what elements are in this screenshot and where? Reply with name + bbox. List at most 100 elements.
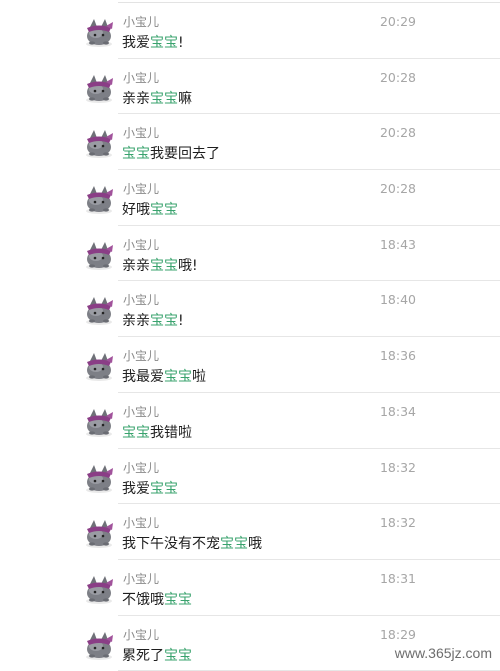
message-text: 我最爱宝宝啦 xyxy=(122,368,206,386)
message-fragment: 我要回去了 xyxy=(150,146,220,163)
keyword-highlight: 宝宝 xyxy=(150,480,178,497)
message-row[interactable]: 小宝儿 18:31 不饿哦宝宝 xyxy=(0,560,500,616)
message-time: 20:28 xyxy=(379,69,416,85)
message-row[interactable]: 小宝儿 20:28 好哦宝宝 xyxy=(0,170,500,226)
gray-cat-with-purple-bow-icon xyxy=(82,238,116,272)
avatar[interactable] xyxy=(82,71,116,105)
avatar[interactable] xyxy=(82,238,116,272)
keyword-highlight: 宝宝 xyxy=(150,202,178,219)
gray-cat-with-purple-bow-icon xyxy=(82,15,116,49)
avatar[interactable] xyxy=(82,15,116,49)
message-time: 18:34 xyxy=(379,403,416,419)
sender-name: 小宝儿 xyxy=(123,237,160,252)
avatar[interactable] xyxy=(82,572,116,606)
gray-cat-with-purple-bow-icon xyxy=(82,349,116,383)
message-fragment: 累死了 xyxy=(122,647,164,664)
sender-name: 小宝儿 xyxy=(123,70,160,85)
message-fragment: 我下午没有不宠 xyxy=(122,536,220,553)
gray-cat-with-purple-bow-icon xyxy=(82,628,116,662)
sender-name: 小宝儿 xyxy=(123,15,160,29)
avatar[interactable] xyxy=(82,516,116,550)
message-time: 20:28 xyxy=(379,181,416,197)
sender-name: 小宝儿 xyxy=(123,627,160,642)
keyword-highlight: 宝宝 xyxy=(164,591,192,608)
message-row[interactable]: 小宝儿 20:28 宝宝我要回去了 xyxy=(0,114,500,171)
message-row[interactable]: 小宝儿 18:34 宝宝我错啦 xyxy=(0,393,500,449)
message-fragment: 我爱 xyxy=(122,35,150,51)
message-row[interactable]: 小宝儿 18:29 累死了宝宝 xyxy=(0,616,500,671)
keyword-highlight: 宝宝 xyxy=(164,369,192,386)
message-time: 18:31 xyxy=(379,570,416,586)
message-fragment: 哦! xyxy=(178,257,198,274)
message-time: 18:36 xyxy=(379,348,416,364)
message-fragment: ! xyxy=(178,313,184,330)
message-row[interactable]: 小宝儿 18:32 我下午没有不宠宝宝哦 xyxy=(0,504,500,560)
keyword-highlight: 宝宝 xyxy=(150,35,178,51)
message-fragment: 我最爱 xyxy=(122,369,164,386)
message-text: 累死了宝宝 xyxy=(122,647,192,665)
message-time: 18:32 xyxy=(379,459,416,475)
message-text: 我爱宝宝 xyxy=(122,480,178,498)
message-text: 不饿哦宝宝 xyxy=(122,591,192,609)
message-fragment: 不饿哦 xyxy=(122,591,164,608)
sender-name: 小宝儿 xyxy=(123,516,160,531)
message-text: 亲亲宝宝哦! xyxy=(122,257,198,275)
message-time: 18:29 xyxy=(379,626,416,642)
message-fragment: 好哦 xyxy=(122,202,150,219)
message-row[interactable]: 小宝儿 18:43 亲亲宝宝哦! xyxy=(0,226,500,282)
avatar[interactable] xyxy=(82,349,116,383)
sender-name: 小宝儿 xyxy=(123,349,160,364)
message-text: 好哦宝宝 xyxy=(122,201,178,219)
message-time: 20:29 xyxy=(379,14,416,29)
message-row[interactable]: 小宝儿 18:32 我爱宝宝 xyxy=(0,449,500,505)
message-text: 宝宝我要回去了 xyxy=(122,145,220,163)
avatar[interactable] xyxy=(82,293,116,327)
keyword-highlight: 宝宝 xyxy=(150,313,178,330)
message-row[interactable]: 小宝儿 20:29 我爱宝宝! xyxy=(0,3,500,59)
gray-cat-with-purple-bow-icon xyxy=(82,293,116,327)
message-text: 我下午没有不宠宝宝哦 xyxy=(122,535,262,553)
keyword-highlight: 宝宝 xyxy=(122,146,150,163)
gray-cat-with-purple-bow-icon xyxy=(82,516,116,550)
message-list: 小宝儿 20:29 我爱宝宝! 小宝儿 20:28 亲亲宝宝嘛 小宝儿 20:28 宝宝我要… xyxy=(0,3,500,671)
avatar[interactable] xyxy=(82,461,116,495)
avatar[interactable] xyxy=(82,628,116,662)
sender-name: 小宝儿 xyxy=(123,404,160,419)
keyword-highlight: 宝宝 xyxy=(122,424,150,441)
gray-cat-with-purple-bow-icon xyxy=(82,461,116,495)
gray-cat-with-purple-bow-icon xyxy=(82,405,116,439)
message-time: 18:32 xyxy=(379,515,416,531)
message-text: 亲亲宝宝嘛 xyxy=(122,90,192,108)
message-fragment: ! xyxy=(178,35,184,51)
message-fragment: 亲亲 xyxy=(122,313,150,330)
message-row[interactable]: 小宝儿 18:40 亲亲宝宝! xyxy=(0,281,500,338)
sender-name: 小宝儿 xyxy=(123,571,160,586)
keyword-highlight: 宝宝 xyxy=(164,647,192,664)
sender-name: 小宝儿 xyxy=(123,126,160,141)
message-row[interactable]: 小宝儿 18:36 我最爱宝宝啦 xyxy=(0,337,500,393)
message-text: 宝宝我错啦 xyxy=(122,424,192,442)
sender-name: 小宝儿 xyxy=(123,293,160,308)
keyword-highlight: 宝宝 xyxy=(220,536,248,553)
message-fragment: 亲亲 xyxy=(122,90,150,107)
message-fragment: 嘛 xyxy=(178,90,192,107)
message-time: 18:40 xyxy=(379,292,416,308)
sender-name: 小宝儿 xyxy=(123,182,160,197)
site-watermark: www.365jz.com xyxy=(394,645,492,661)
avatar[interactable] xyxy=(82,182,116,216)
message-time: 20:28 xyxy=(379,125,416,141)
gray-cat-with-purple-bow-icon xyxy=(82,182,116,216)
message-fragment: 哦 xyxy=(248,536,262,553)
message-text: 我爱宝宝! xyxy=(122,34,184,52)
avatar[interactable] xyxy=(82,405,116,439)
keyword-highlight: 宝宝 xyxy=(150,257,178,274)
sender-name: 小宝儿 xyxy=(123,460,160,475)
message-fragment: 亲亲 xyxy=(122,257,150,274)
message-row[interactable]: 小宝儿 20:28 亲亲宝宝嘛 xyxy=(0,59,500,115)
gray-cat-with-purple-bow-icon xyxy=(82,126,116,160)
message-time: 18:43 xyxy=(379,236,416,252)
avatar[interactable] xyxy=(82,126,116,160)
message-fragment: 我错啦 xyxy=(150,424,192,441)
gray-cat-with-purple-bow-icon xyxy=(82,572,116,606)
message-text: 亲亲宝宝! xyxy=(122,312,184,330)
